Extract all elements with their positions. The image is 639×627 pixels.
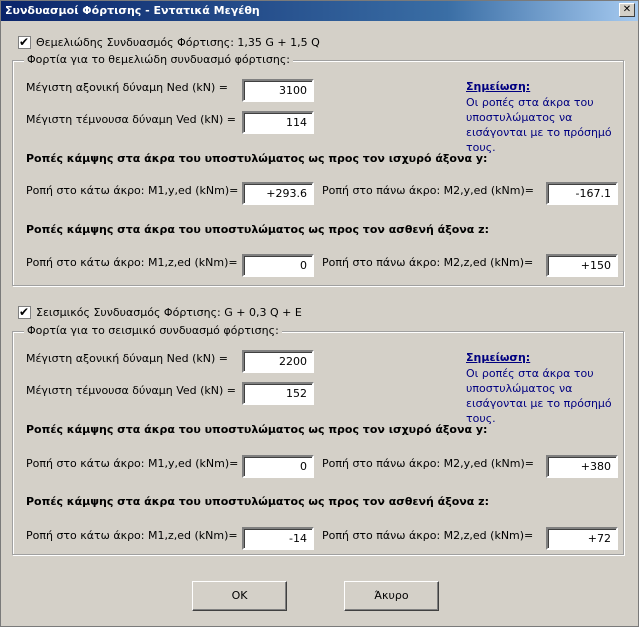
seismic-m1y-label: Ροπή στο κάτω άκρο: M1,y,ed (kNm)= <box>26 457 239 470</box>
fundamental-weak-axis-heading: Ροπές κάμψης στα άκρα του υποστυλώματος … <box>26 223 489 236</box>
seismic-checkbox[interactable]: ✔ <box>18 305 31 319</box>
seismic-checkbox-label[interactable]: Σεισμικός Συνδυασμός Φόρτισης: G + 0,3 Q… <box>36 306 302 319</box>
fundamental-checkbox-label[interactable]: Θεμελιώδης Συνδυασμός Φόρτισης: 1,35 G +… <box>36 36 320 49</box>
seismic-note-title: Σημείωση: <box>466 351 531 364</box>
fundamental-m1z-label: Ροπή στο κάτω άκρο: M1,z,ed (kNm)= <box>26 256 238 269</box>
seismic-note-text: Οι ροπές στα άκρα του υποστυλώματος να ε… <box>466 367 612 425</box>
fundamental-note-title: Σημείωση: <box>466 80 531 93</box>
seismic-m2y-input[interactable]: +380 <box>546 455 618 478</box>
ok-button[interactable]: OK <box>192 581 287 611</box>
fundamental-ved-label: Μέγιστη τέμνουσα δύναμη Ved (kN) = <box>26 113 237 126</box>
fundamental-strong-axis-heading: Ροπές κάμψης στα άκρα του υποστυλώματος … <box>26 152 488 165</box>
fundamental-ned-input[interactable]: 3100 <box>242 79 314 102</box>
checkmark-icon: ✔ <box>19 35 30 49</box>
fundamental-m2y-input[interactable]: -167.1 <box>546 182 618 205</box>
fundamental-m2z-label: Ροπή στο πάνω άκρο: M2,z,ed (kNm)= <box>322 256 534 269</box>
window-title: Συνδυασμοί Φόρτισης - Εντατικά Μεγέθη <box>5 4 260 17</box>
seismic-m2z-label: Ροπή στο πάνω άκρο: M2,z,ed (kNm)= <box>322 529 534 542</box>
seismic-m2z-input[interactable]: +72 <box>546 527 618 550</box>
fundamental-m2y-label: Ροπή στο πάνω άκρο: M2,y,ed (kNm)= <box>322 184 535 197</box>
fundamental-checkbox[interactable]: ✔ <box>18 35 31 49</box>
seismic-m1z-input[interactable]: -14 <box>242 527 314 550</box>
dialog-window: Συνδυασμοί Φόρτισης - Εντατικά Μεγέθη ✕ … <box>0 0 639 627</box>
fundamental-group-label: Φορτία για το θεμελιώδη συνδυασμό φόρτισ… <box>24 53 293 66</box>
seismic-m1y-input[interactable]: 0 <box>242 455 314 478</box>
seismic-group-label: Φορτία για το σεισμικό συνδυασμό φόρτιση… <box>24 324 282 337</box>
seismic-m2y-label: Ροπή στο πάνω άκρο: M2,y,ed (kNm)= <box>322 457 535 470</box>
seismic-m1z-label: Ροπή στο κάτω άκρο: M1,z,ed (kNm)= <box>26 529 238 542</box>
seismic-ved-input[interactable]: 152 <box>242 382 314 405</box>
checkmark-icon: ✔ <box>19 305 30 319</box>
close-icon: ✕ <box>622 4 632 15</box>
seismic-weak-axis-heading: Ροπές κάμψης στα άκρα του υποστυλώματος … <box>26 495 489 508</box>
close-button[interactable]: ✕ <box>619 3 635 17</box>
seismic-ned-label: Μέγιστη αξονική δύναμη Ned (kN) = <box>26 352 228 365</box>
cancel-button[interactable]: Άκυρο <box>344 581 439 611</box>
title-bar[interactable]: Συνδυασμοί Φόρτισης - Εντατικά Μεγέθη ✕ <box>1 1 638 21</box>
fundamental-m1y-label: Ροπή στο κάτω άκρο: M1,y,ed (kNm)= <box>26 184 239 197</box>
fundamental-m2z-input[interactable]: +150 <box>546 254 618 277</box>
fundamental-note-text: Οι ροπές στα άκρα του υποστυλώματος να ε… <box>466 96 612 154</box>
fundamental-ved-input[interactable]: 114 <box>242 111 314 134</box>
fundamental-ned-label: Μέγιστη αξονική δύναμη Ned (kN) = <box>26 81 228 94</box>
fundamental-m1y-input[interactable]: +293.6 <box>242 182 314 205</box>
seismic-strong-axis-heading: Ροπές κάμψης στα άκρα του υποστυλώματος … <box>26 423 488 436</box>
seismic-ned-input[interactable]: 2200 <box>242 350 314 373</box>
fundamental-m1z-input[interactable]: 0 <box>242 254 314 277</box>
seismic-ved-label: Μέγιστη τέμνουσα δύναμη Ved (kN) = <box>26 384 237 397</box>
